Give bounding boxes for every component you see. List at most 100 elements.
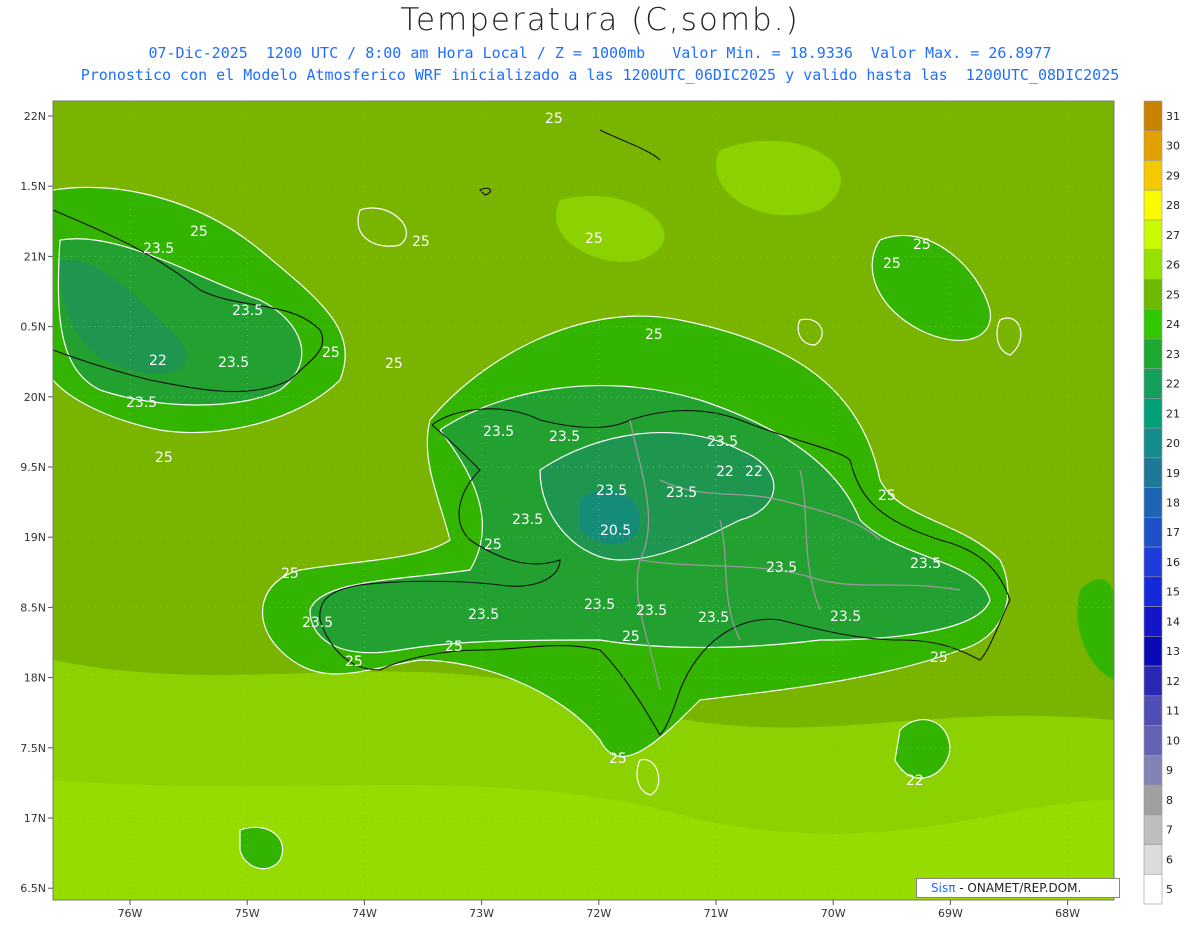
contour-label: 23.5 — [698, 610, 729, 626]
colorbar-swatch — [1143, 398, 1163, 429]
contour-label: 25 — [545, 111, 563, 127]
lat-tick-label: 19N — [24, 531, 46, 544]
sispi-brand: Sisπ — [931, 881, 956, 895]
colorbar-level-label: 6 — [1166, 853, 1173, 866]
lat-tick-label: 20N — [24, 391, 46, 404]
contour-label: 23.5 — [766, 560, 797, 576]
contour-label: 23.5 — [143, 241, 174, 257]
colorbar-level-label: 11 — [1166, 705, 1180, 718]
contour-label: 22 — [716, 464, 734, 480]
contour-label: 25 — [622, 629, 640, 645]
colorbar-level-label: 14 — [1166, 615, 1180, 628]
colorbar-level-label: 19 — [1166, 467, 1180, 480]
credit-text: - ONAMET/REP.DOM. — [955, 881, 1082, 895]
colorbar-level-label: 29 — [1166, 169, 1180, 182]
colorbar-swatch — [1143, 487, 1163, 518]
contour-label: 25 — [930, 650, 948, 666]
contour-label: 23.5 — [707, 434, 738, 450]
colorbar-level-label: 28 — [1166, 199, 1180, 212]
contour-label: 25 — [385, 356, 403, 372]
colorbar-level-label: 26 — [1166, 259, 1180, 272]
colorbar-swatch — [1143, 873, 1163, 905]
contour-label: 25 — [878, 488, 896, 504]
contour-label: 23.5 — [549, 429, 580, 445]
colorbar-swatch — [1143, 725, 1163, 756]
colorbar-swatch — [1143, 219, 1163, 251]
colorbar-swatch — [1143, 160, 1163, 191]
contour-label: 25 — [322, 345, 340, 361]
lon-tick-label: 72W — [586, 907, 611, 920]
contour-label: 23.5 — [126, 395, 157, 411]
contour-label: 25 — [190, 224, 208, 240]
colorbar-swatch — [1143, 754, 1163, 786]
colorbar-level-label: 13 — [1166, 645, 1180, 658]
colorbar-level-label: 7 — [1166, 824, 1173, 837]
contour-label: 23.5 — [512, 512, 543, 528]
colorbar-swatch — [1143, 457, 1163, 488]
lon-tick-label: 69W — [938, 907, 963, 920]
colorbar-swatch — [1143, 665, 1163, 697]
colorbar-swatch — [1143, 189, 1163, 221]
latitude-labels: 22N 1.5N 21N 0.5N 20N 9.5N 19N 8.5N 18N 7.5N 17N 6.… — [20, 110, 46, 895]
colorbar-swatch — [1143, 427, 1163, 459]
colorbar-swatch — [1143, 844, 1163, 875]
contour-label: 23.5 — [468, 607, 499, 623]
contour-label: 25 — [883, 256, 901, 272]
colorbar-swatch — [1143, 279, 1163, 310]
colorbar-level-label: 12 — [1166, 675, 1180, 688]
contour-label: 23.5 — [636, 603, 667, 619]
contour-label: 23.5 — [218, 355, 249, 371]
colorbar-swatch — [1143, 606, 1163, 637]
lat-tick-label: 1.5N — [20, 180, 46, 193]
lat-tick-label: 0.5N — [20, 321, 46, 334]
lon-tick-label: 74W — [352, 907, 377, 920]
colorbar-level-label: 16 — [1166, 556, 1180, 569]
lon-tick-label: 68W — [1055, 907, 1080, 920]
lat-tick-label: 17N — [24, 812, 46, 825]
colorbar-level-label: 21 — [1166, 407, 1180, 420]
lon-tick-label: 73W — [469, 907, 494, 920]
plot-area: 25 25 25 25 25 23.5 23.5 23.5 22 25 25 2… — [53, 101, 1114, 900]
contour-label: 25 — [345, 654, 363, 670]
colorbar-swatch — [1143, 636, 1163, 667]
lat-tick-label: 9.5N — [20, 461, 46, 474]
colorbar-level-label: 23 — [1166, 348, 1180, 361]
colorbar-swatch — [1143, 814, 1163, 845]
colorbar-swatch — [1143, 368, 1163, 399]
contour-label: 25 — [155, 450, 173, 466]
lon-tick-label: 71W — [704, 907, 729, 920]
contour-label: 23.5 — [910, 556, 941, 572]
contour-label: 23.5 — [584, 597, 615, 613]
contour-label: 25 — [445, 639, 463, 655]
lat-tick-label: 18N — [24, 672, 46, 685]
contour-label: 22 — [745, 464, 763, 480]
colorbar-swatch — [1143, 100, 1163, 132]
lon-tick-label: 70W — [821, 907, 846, 920]
temperature-map: 25 25 25 25 25 23.5 23.5 23.5 22 25 25 2… — [20, 100, 1180, 920]
lon-tick-label: 75W — [235, 907, 260, 920]
lat-tick-label: 7.5N — [20, 742, 46, 755]
colorbar-level-label: 18 — [1166, 497, 1180, 510]
colorbar-level-label: 27 — [1166, 229, 1180, 242]
colorbar-swatch — [1143, 784, 1163, 816]
colorbar-level-label: 30 — [1166, 140, 1180, 153]
colorbar-swatch — [1143, 338, 1163, 369]
colorbar: 31 30 29 28 27 26 25 24 23 22 21 20 19 18 17 16 15 14 13 12… — [1143, 100, 1180, 905]
contour-label: 20.5 — [600, 523, 631, 539]
colorbar-level-label: 24 — [1166, 318, 1180, 331]
colorbar-swatch — [1143, 695, 1163, 726]
colorbar-level-label: 15 — [1166, 586, 1180, 599]
colorbar-level-label: 5 — [1166, 883, 1173, 896]
colorbar-level-label: 8 — [1166, 794, 1173, 807]
colorbar-level-label: 17 — [1166, 526, 1180, 539]
colorbar-swatch — [1143, 517, 1163, 548]
colorbar-swatch — [1143, 576, 1163, 607]
contour-label: 25 — [281, 566, 299, 582]
contour-label: 25 — [609, 751, 627, 767]
contour-label: 23.5 — [483, 424, 514, 440]
colorbar-level-label: 20 — [1166, 437, 1180, 450]
colorbar-level-label: 25 — [1166, 288, 1180, 301]
contour-label: 25 — [585, 231, 603, 247]
colorbar-level-label: 22 — [1166, 378, 1180, 391]
colorbar-swatch — [1143, 249, 1163, 280]
